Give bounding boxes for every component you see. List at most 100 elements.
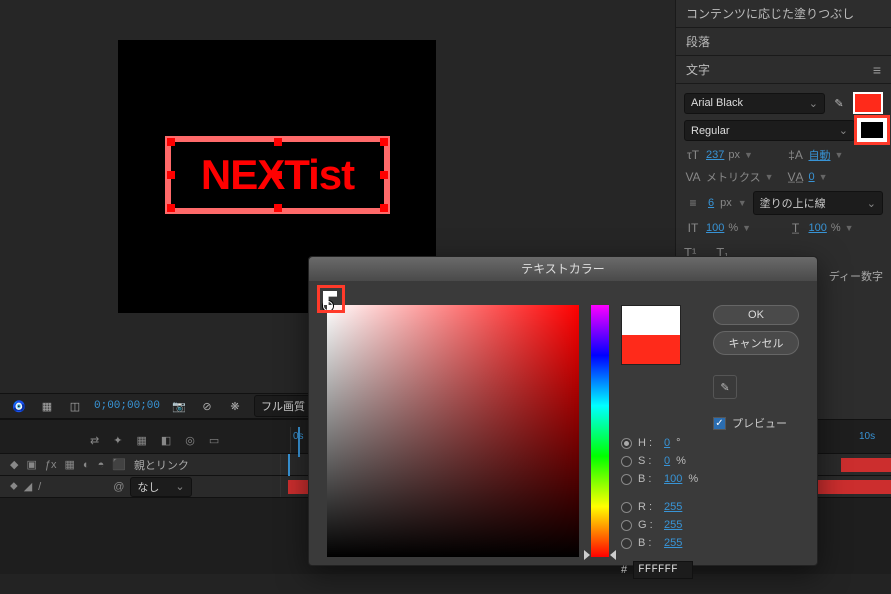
link-icon[interactable]: ⊘ — [198, 400, 216, 413]
leading-value[interactable]: 自動 — [809, 147, 831, 163]
snapshot-icon[interactable]: 📷 — [170, 400, 188, 413]
handle-bottom-left[interactable] — [167, 204, 175, 212]
handle-mid-right[interactable] — [380, 171, 388, 179]
color-management-icon[interactable]: ❋ — [226, 400, 244, 413]
hex-input[interactable] — [633, 561, 693, 579]
h-value[interactable]: 0 — [664, 437, 670, 449]
fill-color-swatch[interactable] — [853, 92, 883, 114]
handle-bottom-right[interactable] — [380, 204, 388, 212]
layer-lock-icon[interactable]: / — [38, 481, 41, 493]
stroke-style-select[interactable]: 塗りの上に線 ⌄ — [753, 191, 883, 215]
mask-icon[interactable]: ◫ — [66, 400, 84, 413]
adjustment-icon[interactable]: ◓ — [98, 459, 105, 471]
kerning-icon: VA — [684, 170, 702, 184]
b-unit: % — [688, 473, 698, 485]
caret-icon[interactable]: ▼ — [845, 223, 854, 233]
parent-link-header: 親とリンク — [134, 457, 189, 473]
h-radio[interactable] — [621, 438, 632, 449]
fx-icon[interactable]: ƒx — [45, 459, 57, 471]
handle-bottom-center[interactable] — [274, 204, 282, 212]
handle-top-center[interactable] — [274, 138, 282, 146]
caret-icon[interactable]: ▼ — [744, 150, 753, 160]
caret-icon[interactable]: ▼ — [835, 150, 844, 160]
font-style-select[interactable]: Regular ⌄ — [684, 120, 855, 141]
playhead-line[interactable] — [288, 454, 290, 476]
text-content[interactable]: NEXTist — [201, 151, 354, 199]
b-radio[interactable] — [621, 474, 632, 485]
panel-menu-icon[interactable]: ≡ — [873, 62, 881, 78]
font-size-value[interactable]: 237 — [706, 149, 724, 161]
av-icon[interactable]: ▣ — [26, 458, 36, 471]
saturation-value-field[interactable] — [327, 305, 579, 557]
stroke-width-value[interactable]: 6 — [708, 197, 714, 209]
s-radio[interactable] — [621, 456, 632, 467]
caret-icon[interactable]: ▼ — [765, 172, 774, 182]
kerning-value[interactable]: メトリクス — [706, 169, 761, 185]
layer-switch-icon[interactable]: ⬥ — [10, 480, 18, 493]
eyedropper-icon[interactable]: ✎ — [831, 97, 847, 110]
hue-slider[interactable] — [591, 305, 609, 557]
tl-tool-6-icon[interactable]: ▭ — [209, 434, 219, 447]
bl-radio[interactable] — [621, 538, 632, 549]
s-value[interactable]: 0 — [664, 455, 670, 467]
b-label: B : — [638, 473, 658, 485]
eyedropper-button[interactable]: ✎ — [713, 375, 737, 399]
tracking-value[interactable]: 0 — [809, 171, 815, 183]
preview-checkbox-label: プレビュー — [732, 415, 787, 431]
s-unit: % — [676, 455, 686, 467]
r-label: R : — [638, 501, 658, 513]
r-radio[interactable] — [621, 502, 632, 513]
tl-tool-2-icon[interactable]: ✦ — [113, 434, 122, 447]
tl-tool-4-icon[interactable]: ◧ — [161, 434, 171, 447]
stroke-color-swatch[interactable] — [857, 118, 887, 142]
shy-icon[interactable]: ◆ — [10, 458, 18, 471]
motion-blur-icon[interactable]: ◐ — [83, 459, 90, 471]
frame-blend-icon[interactable]: ▦ — [65, 458, 75, 471]
horizontal-scale-value[interactable]: 100 — [809, 222, 827, 234]
stroke-width-unit: px — [720, 197, 732, 209]
chevron-down-icon: ⌄ — [175, 480, 184, 493]
resolution-value: フル画質 — [261, 398, 305, 414]
percent-unit: % — [728, 222, 738, 234]
cancel-button[interactable]: キャンセル — [713, 331, 799, 355]
b-value[interactable]: 100 — [664, 473, 682, 485]
vertical-scale-icon: IT — [684, 221, 702, 235]
color-preview — [621, 305, 681, 365]
tl-tool-3-icon[interactable]: ▦ — [136, 434, 146, 447]
panel-character-header[interactable]: 文字 ≡ — [676, 56, 891, 84]
tracking-icon: V̲A̲ — [787, 170, 805, 184]
chevron-down-icon: ⌄ — [809, 97, 818, 110]
parent-select[interactable]: なし ⌄ — [130, 477, 191, 497]
three-d-icon[interactable]: ⬛ — [112, 458, 126, 471]
text-layer-bounding-box[interactable]: NEXTist — [165, 136, 390, 214]
r-value[interactable]: 255 — [664, 501, 682, 513]
handle-mid-left[interactable] — [167, 171, 175, 179]
handle-top-right[interactable] — [380, 138, 388, 146]
font-family-select[interactable]: Arial Black ⌄ — [684, 93, 825, 114]
caret-icon[interactable]: ▼ — [819, 172, 828, 182]
g-radio[interactable] — [621, 520, 632, 531]
vertical-scale-value[interactable]: 100 — [706, 222, 724, 234]
dialog-title[interactable]: テキストカラー — [309, 257, 817, 281]
timecode-display[interactable]: 0;00;00;00 — [94, 400, 160, 412]
caret-icon[interactable]: ▼ — [738, 198, 747, 208]
layer-solo-icon[interactable]: ◢ — [24, 480, 32, 493]
ruler-mark-0: 0s — [293, 431, 304, 442]
track-segment[interactable] — [841, 458, 891, 472]
hue-slider-handle-left[interactable] — [584, 550, 590, 560]
caret-icon[interactable]: ▼ — [742, 223, 751, 233]
grid-icon[interactable]: ▦ — [38, 400, 56, 413]
preview-checkbox[interactable]: ✓ — [713, 417, 726, 430]
pickwhip-icon[interactable]: @ — [113, 481, 124, 493]
magnify-icon[interactable]: 🧿 — [10, 400, 28, 413]
ok-button[interactable]: OK — [713, 305, 799, 325]
panel-paragraph[interactable]: 段落 — [676, 28, 891, 56]
tl-tool-1-icon[interactable]: ⇄ — [90, 434, 99, 447]
handle-top-left[interactable] — [167, 138, 175, 146]
tl-tool-5-icon[interactable]: ◎ — [185, 434, 195, 447]
g-value[interactable]: 255 — [664, 519, 682, 531]
hue-slider-handle-right[interactable] — [610, 550, 616, 560]
bl-value[interactable]: 255 — [664, 537, 682, 549]
panel-content-aware-fill[interactable]: コンテンツに応じた塗りつぶし — [676, 0, 891, 28]
font-size-icon: τT — [684, 148, 702, 162]
